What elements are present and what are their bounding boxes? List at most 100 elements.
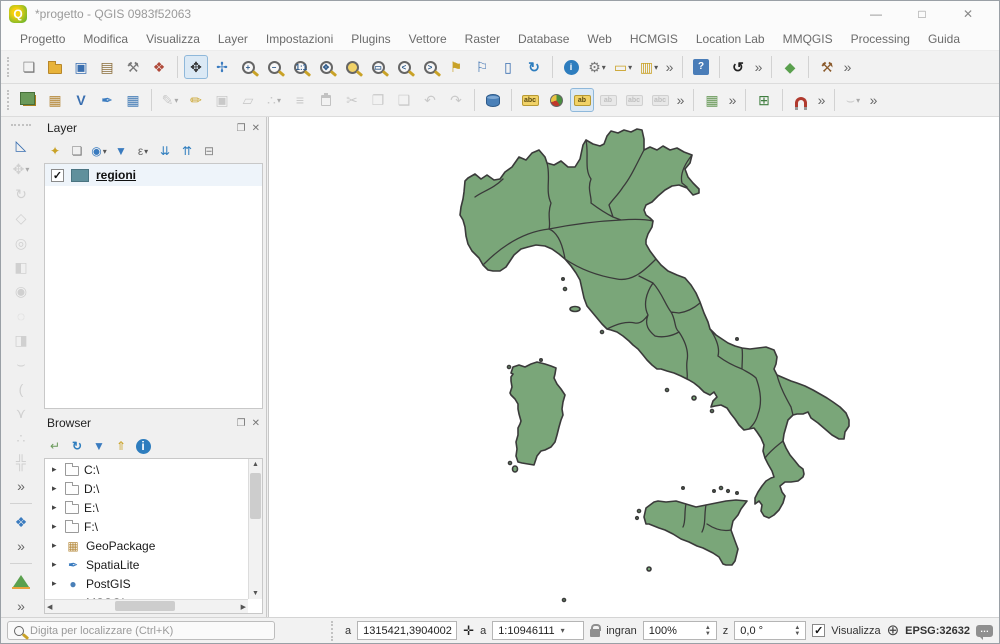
- spin-down-icon[interactable]: ▼: [705, 631, 711, 637]
- minimize-button[interactable]: —: [853, 1, 899, 27]
- processing-overflow[interactable]: »: [841, 55, 854, 79]
- menu-hcmgis[interactable]: HCMGIS: [621, 27, 687, 51]
- style-manager-button[interactable]: ❖: [147, 55, 171, 79]
- zoom-full-button[interactable]: [314, 55, 338, 79]
- plugin-polygon-button[interactable]: ◆: [778, 55, 802, 79]
- menu-guida[interactable]: Guida: [919, 27, 969, 51]
- coordinate-input[interactable]: 1315421,3904002: [357, 621, 457, 640]
- horizontal-scroll-thumb[interactable]: [115, 601, 175, 611]
- filter-by-expression-button[interactable]: ε▾: [133, 141, 153, 161]
- toolbar1-overflow[interactable]: »: [663, 55, 676, 79]
- crs-indicator[interactable]: EPSG:32632: [905, 625, 970, 637]
- lock-scale-icon[interactable]: [590, 629, 600, 637]
- add-group-button[interactable]: ❏: [67, 141, 87, 161]
- magnifier-spinbox[interactable]: 100%▲▼: [643, 621, 717, 640]
- menu-location-lab[interactable]: Location Lab: [687, 27, 774, 51]
- zoom-to-selection-button[interactable]: [340, 55, 364, 79]
- refresh-browser-button[interactable]: ↻: [67, 436, 87, 456]
- close-panel-icon[interactable]: ✕: [252, 123, 260, 134]
- menu-modifica[interactable]: Modifica: [74, 27, 137, 51]
- zoom-in-button[interactable]: [236, 55, 260, 79]
- expander-icon[interactable]: ▸: [52, 483, 60, 494]
- shape-overflow[interactable]: »: [15, 535, 28, 557]
- refresh-map-button[interactable]: ↻: [522, 55, 546, 79]
- vertical-scroll-thumb[interactable]: [250, 473, 261, 519]
- zoom-last-button[interactable]: [392, 55, 416, 79]
- collapse-all-button[interactable]: ⇈: [177, 141, 197, 161]
- open-project-button[interactable]: [43, 55, 67, 79]
- browser-item-spatialite[interactable]: ▸ ✒ SpatiaLite: [45, 555, 248, 574]
- toggle-editing-button[interactable]: ✏: [184, 88, 208, 112]
- mouse-position-toggle-icon[interactable]: ✛: [463, 624, 474, 637]
- menu-raster[interactable]: Raster: [456, 27, 509, 51]
- map-canvas[interactable]: [268, 117, 999, 617]
- processing-plugin-button[interactable]: ⚒: [815, 55, 839, 79]
- layer-item-regioni[interactable]: regioni: [45, 164, 262, 186]
- layer-labeling-button[interactable]: [518, 88, 542, 112]
- tracing-overflow[interactable]: »: [867, 88, 880, 112]
- expander-icon[interactable]: ▸: [52, 521, 60, 532]
- filter-legend-button[interactable]: ▼: [111, 141, 131, 161]
- new-table-button[interactable]: ⊞: [752, 88, 776, 112]
- filter-browser-button[interactable]: ▼: [89, 436, 109, 456]
- show-layout-manager-button[interactable]: ⚒: [121, 55, 145, 79]
- select-features-button[interactable]: ▭▾: [611, 55, 635, 79]
- labeling-options-button[interactable]: [570, 88, 594, 112]
- menu-web[interactable]: Web: [578, 27, 620, 51]
- expander-icon[interactable]: ▸: [52, 502, 60, 513]
- manage-map-themes-button[interactable]: ◉▾: [89, 141, 109, 161]
- scroll-up-icon[interactable]: ▲: [252, 461, 259, 468]
- snapping-overflow[interactable]: »: [815, 88, 828, 112]
- menu-impostazioni[interactable]: Impostazioni: [257, 27, 342, 51]
- show-spatial-bookmarks-button[interactable]: ⚐: [470, 55, 494, 79]
- expander-icon[interactable]: ▸: [52, 464, 60, 475]
- menu-plugins[interactable]: Plugins: [342, 27, 399, 51]
- close-button[interactable]: ✕: [945, 1, 991, 27]
- bookmark-manager-button[interactable]: ▯: [496, 55, 520, 79]
- rotation-spinbox[interactable]: 0,0 °▲▼: [734, 621, 806, 640]
- browser-item-geopackage[interactable]: ▸ ▦ GeoPackage: [45, 536, 248, 555]
- help-button[interactable]: [689, 55, 713, 79]
- scroll-left-icon[interactable]: ◀: [47, 603, 52, 611]
- identify-features-button[interactable]: [559, 55, 583, 79]
- float-panel-icon[interactable]: ❐: [237, 123, 246, 134]
- browser-item-postgis[interactable]: ▸ ● PostGIS: [45, 574, 248, 593]
- georeferencer-button[interactable]: ▦: [700, 88, 724, 112]
- new-print-layout-button[interactable]: ▤: [95, 55, 119, 79]
- browser-item-e-drive[interactable]: ▸ E:\: [45, 498, 248, 517]
- browser-item-c-drive[interactable]: ▸ C:\: [45, 460, 248, 479]
- menu-mmqgis[interactable]: MMQGIS: [774, 27, 842, 51]
- zoom-next-button[interactable]: [418, 55, 442, 79]
- zoom-out-button[interactable]: [262, 55, 286, 79]
- select-by-form-button[interactable]: ▥▾: [637, 55, 661, 79]
- maximize-button[interactable]: □: [899, 1, 945, 27]
- remove-layer-button[interactable]: ⊟: [199, 141, 219, 161]
- menu-database[interactable]: Database: [509, 27, 578, 51]
- messages-icon[interactable]: …: [976, 625, 993, 637]
- redraw-overflow[interactable]: »: [752, 55, 765, 79]
- expander-icon[interactable]: ▸: [52, 578, 60, 589]
- new-spatialite-layer-button[interactable]: ✒: [95, 88, 119, 112]
- snapping-button[interactable]: [789, 88, 813, 112]
- new-shapefile-layer-button[interactable]: V: [69, 88, 93, 112]
- scroll-right-icon[interactable]: ▶: [241, 603, 246, 611]
- expander-icon[interactable]: ▸: [52, 540, 60, 551]
- zoom-to-layer-button[interactable]: [366, 55, 390, 79]
- menu-processing[interactable]: Processing: [842, 27, 919, 51]
- pan-map-button[interactable]: ✥: [184, 55, 208, 79]
- browser-item-d-drive[interactable]: ▸ D:\: [45, 479, 248, 498]
- plugin-overflow[interactable]: »: [15, 594, 28, 616]
- new-temporary-scratch-layer-button[interactable]: ▦: [121, 88, 145, 112]
- new-project-button[interactable]: ❏: [17, 55, 41, 79]
- new-spatial-bookmark-button[interactable]: ⚑: [444, 55, 468, 79]
- run-feature-action-button[interactable]: ⚙▾: [585, 55, 609, 79]
- close-panel-icon[interactable]: ✕: [252, 418, 260, 429]
- browser-item-f-drive[interactable]: ▸ F:\: [45, 517, 248, 536]
- labels-overflow[interactable]: »: [674, 88, 687, 112]
- menu-layer[interactable]: Layer: [209, 27, 257, 51]
- pan-to-selection-button[interactable]: ✢: [210, 55, 234, 79]
- add-selected-layers-button[interactable]: ↵: [45, 436, 65, 456]
- layer-diagram-button[interactable]: [544, 88, 568, 112]
- layer-visibility-checkbox[interactable]: [51, 169, 64, 182]
- expand-all-button[interactable]: ⇊: [155, 141, 175, 161]
